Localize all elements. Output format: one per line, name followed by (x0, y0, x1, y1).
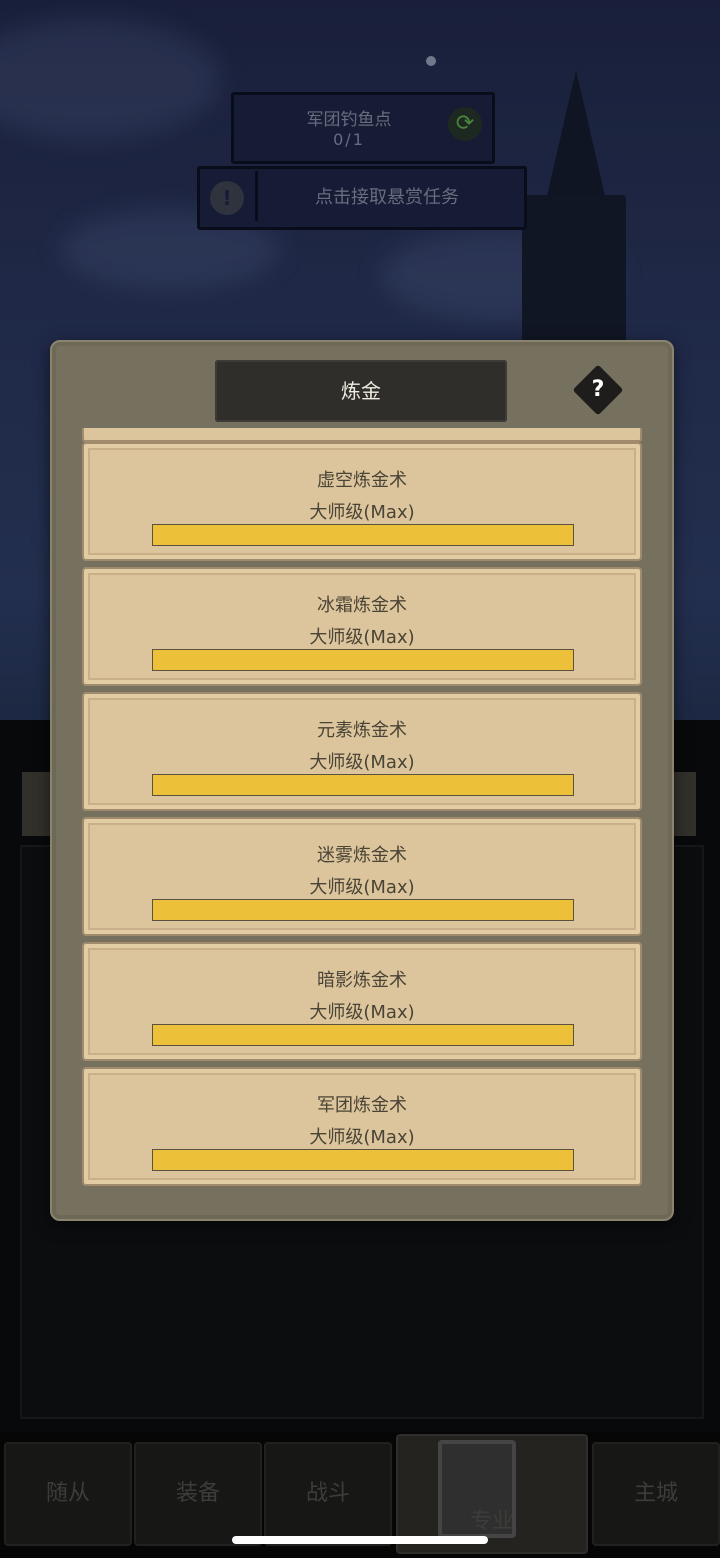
skill-progress-fill (153, 525, 573, 545)
skill-progress-fill (153, 900, 573, 920)
skill-level: 大师级(Max) (309, 627, 415, 648)
dialog-title: 炼金 (341, 379, 381, 403)
skill-level: 大师级(Max) (309, 877, 415, 898)
skill-card[interactable]: 迷雾炼金术 大师级(Max) (82, 817, 642, 936)
skill-progress-bar (152, 1024, 574, 1046)
skill-progress-fill (153, 650, 573, 670)
skill-name: 虚空炼金术 (317, 470, 407, 491)
skill-progress-bar (152, 524, 574, 546)
skill-card[interactable]: 军团炼金术 大师级(Max) (82, 1067, 642, 1186)
skill-card[interactable]: 虚空炼金术 大师级(Max) (82, 442, 642, 561)
skill-progress-fill (153, 1150, 573, 1170)
skill-name: 暗影炼金术 (317, 970, 407, 991)
skill-progress-bar (152, 1149, 574, 1171)
skill-list[interactable]: 虚空炼金术 大师级(Max) 冰霜炼金术 大师级(Max) 元素炼金术 大师级(… (80, 428, 644, 1196)
question-icon: ? (591, 377, 605, 402)
help-button[interactable]: ? (572, 364, 624, 416)
skill-name: 军团炼金术 (317, 1095, 407, 1116)
skill-card[interactable]: 元素炼金术 大师级(Max) (82, 692, 642, 811)
skill-progress-bar (152, 649, 574, 671)
skill-progress-fill (153, 775, 573, 795)
skill-level: 大师级(Max) (309, 1002, 415, 1023)
skill-progress-fill (153, 1025, 573, 1045)
skill-level: 大师级(Max) (309, 752, 415, 773)
skill-card[interactable]: 暗影炼金术 大师级(Max) (82, 942, 642, 1061)
dialog-header: 炼金 (215, 360, 507, 422)
skill-progress-bar (152, 774, 574, 796)
skill-progress-bar (152, 899, 574, 921)
skill-name: 迷雾炼金术 (317, 845, 407, 866)
home-indicator[interactable] (232, 1536, 488, 1544)
list-item-partial (82, 428, 642, 442)
skill-level: 大师级(Max) (309, 502, 415, 523)
skill-level: 大师级(Max) (309, 1127, 415, 1148)
alchemy-dialog: 炼金 ? 虚空炼金术 大师级(Max) 冰霜炼金术 大师级(Max) 元素炼金术… (50, 340, 674, 1221)
skill-name: 冰霜炼金术 (317, 595, 407, 616)
skill-card[interactable]: 冰霜炼金术 大师级(Max) (82, 567, 642, 686)
skill-name: 元素炼金术 (317, 720, 407, 741)
